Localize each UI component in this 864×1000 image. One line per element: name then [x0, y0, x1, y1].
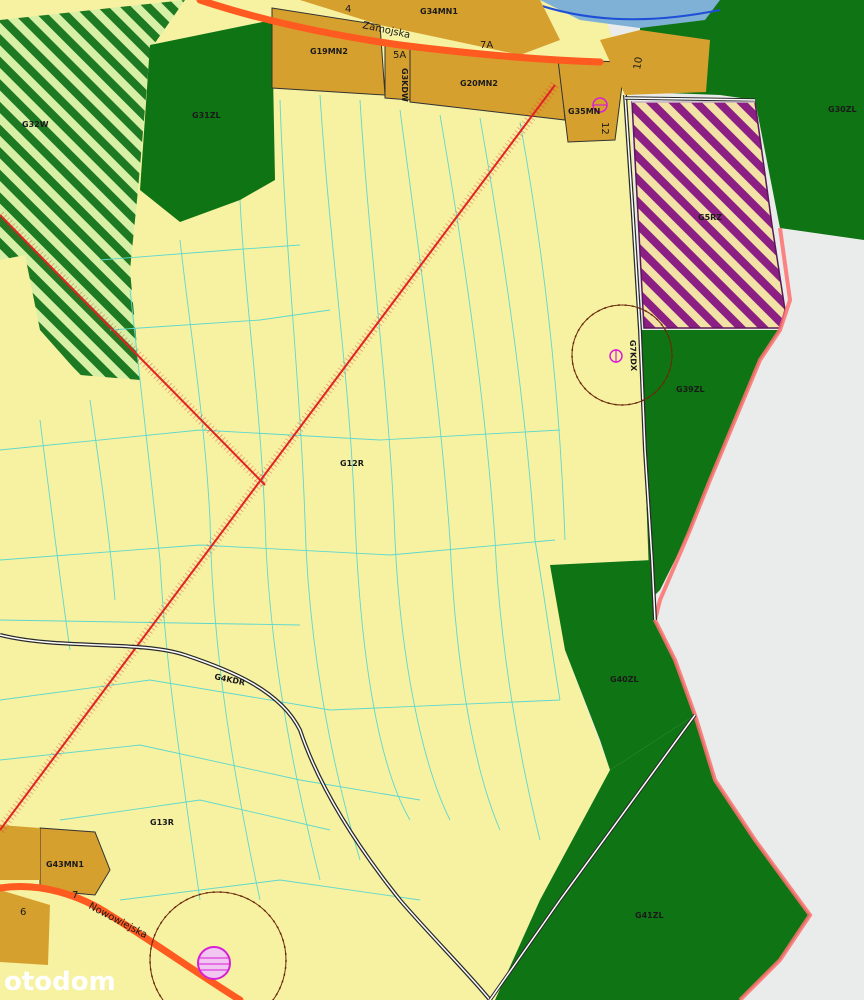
label-g3kdw: G3KDW [400, 68, 409, 102]
label-g5rz: G5RZ [698, 213, 722, 222]
label-g19mn2: G19MN2 [310, 47, 348, 56]
zone-residential-west [0, 825, 40, 880]
watermark-logo: otodom [4, 967, 116, 997]
label-g12r: G12R [340, 459, 364, 468]
label-g20mn2: G20MN2 [460, 79, 498, 88]
road-number: 5A [393, 50, 406, 61]
label-g30zl: G30ZL [828, 105, 857, 114]
label-g35mn: G35MN [568, 107, 600, 116]
label-g7kdx: G7KDX [628, 340, 638, 372]
road-number: 10 [632, 56, 645, 70]
zoning-map: G12R G13R G19MN2 G20MN2 G34MN1 G35MN G43… [0, 0, 864, 1000]
road-number: 7A [480, 40, 493, 51]
label-g13r: G13R [150, 818, 174, 827]
road-number: 7 [72, 890, 78, 901]
label-g39zl: G39ZL [676, 385, 705, 394]
road-number: 12 [599, 122, 610, 135]
label-g41zl: G41ZL [635, 911, 664, 920]
road-number: 4 [345, 4, 351, 15]
label-g32w: G32W [22, 120, 49, 129]
antenna-icon [197, 946, 231, 980]
label-g31zl: G31ZL [192, 111, 221, 120]
label-g34mn1: G34MN1 [420, 7, 458, 16]
road-number: 6 [20, 907, 26, 918]
label-g40zl: G40ZL [610, 675, 639, 684]
label-g43mn1: G43MN1 [46, 860, 84, 869]
